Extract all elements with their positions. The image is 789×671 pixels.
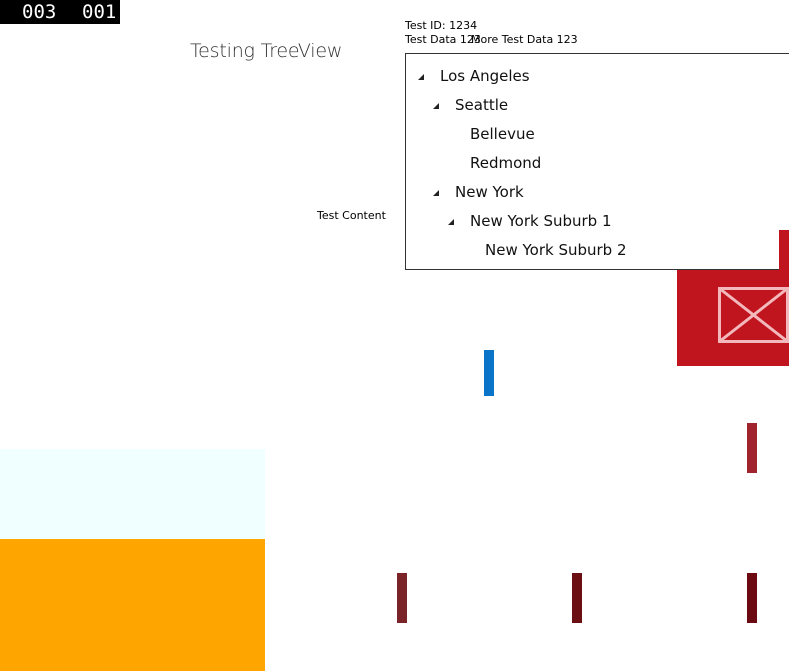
page-title: Testing TreeView — [190, 40, 343, 62]
maroon-bar — [747, 573, 757, 623]
red-strip — [779, 230, 789, 270]
frame-counter-right: 001 — [82, 1, 117, 23]
tree-item-label: New York Suburb 2 — [485, 241, 627, 259]
more-test-data-label: More Test Data 123 — [471, 33, 578, 46]
close-icon — [718, 287, 789, 343]
tree-item-label: New York Suburb 1 — [470, 212, 612, 230]
frame-counter-left: 003 — [22, 1, 57, 23]
tree-item-bellevue[interactable]: Bellevue — [406, 120, 788, 149]
tree-view[interactable]: Los Angeles Seattle Bellevue Redmond New… — [405, 53, 789, 270]
tree-item-label: Los Angeles — [440, 67, 530, 85]
tree-item-seattle[interactable]: Seattle — [406, 91, 788, 120]
chevron-expanded-icon[interactable] — [431, 91, 441, 120]
debug-counter-bar: 003 001 — [0, 0, 120, 24]
test-content-label: Test Content — [317, 209, 386, 222]
tree-item-los-angeles[interactable]: Los Angeles — [406, 62, 788, 91]
tree-item-label: Bellevue — [470, 125, 535, 143]
tree-item-redmond[interactable]: Redmond — [406, 149, 788, 178]
chevron-expanded-icon[interactable] — [446, 207, 456, 236]
azure-block — [0, 449, 265, 539]
chevron-expanded-icon[interactable] — [431, 178, 441, 207]
tree-item-label: Redmond — [470, 154, 542, 172]
tree-item-new-york[interactable]: New York — [406, 178, 788, 207]
blue-indicator-bar — [484, 350, 494, 396]
chevron-expanded-icon[interactable] — [416, 62, 426, 91]
maroon-bar — [747, 423, 757, 473]
tree-item-label: Seattle — [455, 96, 509, 114]
tree-item-new-york-suburb-2[interactable]: New York Suburb 2 — [406, 236, 788, 265]
test-id-label: Test ID: 1234 — [405, 19, 478, 32]
orange-block — [0, 539, 265, 671]
maroon-bar — [572, 573, 582, 623]
tree-item-label: New York — [455, 183, 524, 201]
test-data-label: Test Data 123 — [405, 33, 481, 46]
maroon-bar — [397, 573, 407, 623]
red-tile[interactable] — [677, 270, 789, 366]
tree-item-new-york-suburb-1[interactable]: New York Suburb 1 — [406, 207, 788, 236]
